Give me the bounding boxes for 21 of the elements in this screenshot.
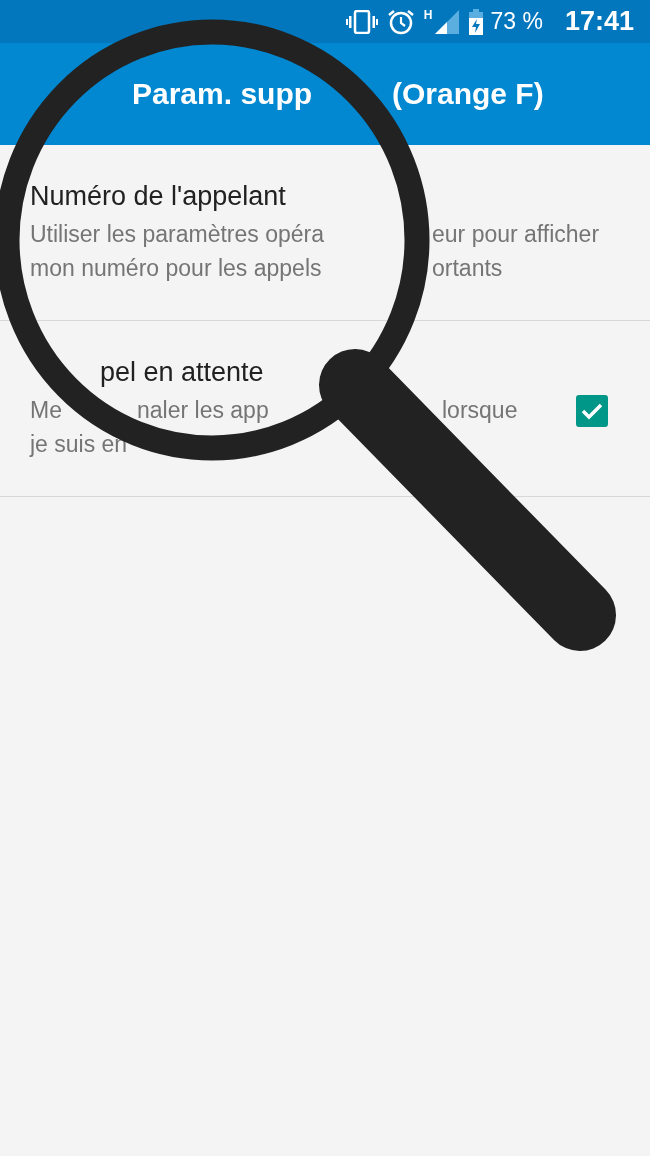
setting-summary: Utiliser les paramètres opéra xyxy=(30,221,325,249)
clock-time: 17:41 xyxy=(564,6,634,37)
checkmark-icon xyxy=(581,402,603,420)
battery-charging-icon xyxy=(468,8,483,35)
alarm-clock-icon xyxy=(387,8,414,35)
network-type: H xyxy=(423,8,433,22)
setting-summary: ortants xyxy=(432,255,503,283)
signal-icon xyxy=(434,9,459,34)
setting-summary: mon numéro pour les appels xyxy=(30,255,323,283)
setting-title: pel en attente xyxy=(100,357,264,389)
setting-summary: Me xyxy=(30,397,63,425)
setting-summary: eur pour afficher xyxy=(432,221,600,249)
checkbox[interactable] xyxy=(576,395,608,427)
screen-title: (Orange F) xyxy=(392,77,544,111)
screen-title: Param. supp xyxy=(132,77,314,111)
battery-percentage: 73 % xyxy=(490,8,543,35)
setting-summary: naler les app xyxy=(137,397,270,425)
setting-summary: je suis en xyxy=(30,431,129,459)
setting-title: Numéro de l'appelant xyxy=(30,181,286,213)
setting-summary: lorsque xyxy=(442,397,518,425)
vibrate-icon xyxy=(345,9,378,34)
